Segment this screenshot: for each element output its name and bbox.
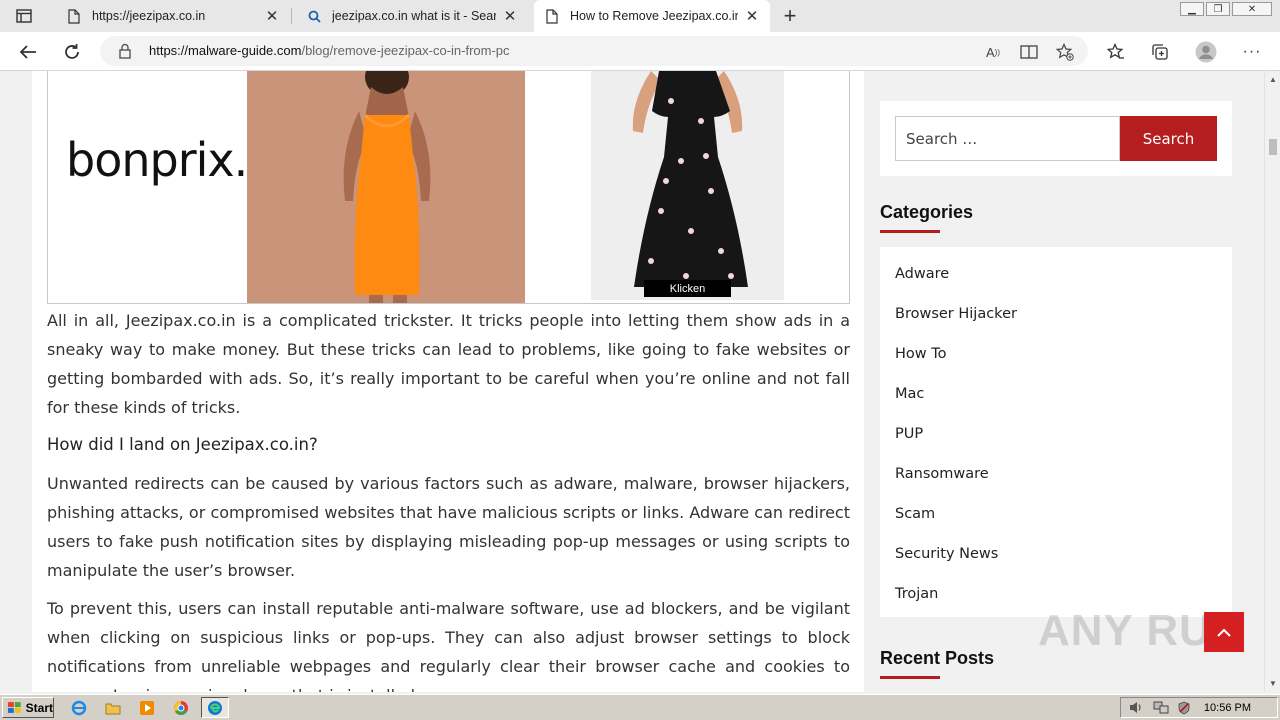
tab-search[interactable]: jeezipax.co.in what is it - Search ✕ <box>296 0 528 32</box>
scroll-down-arrow-icon[interactable]: ▼ <box>1268 678 1278 688</box>
tab-strip: https://jeezipax.co.in ✕ jeezipax.co.in … <box>0 0 1280 32</box>
volume-icon[interactable] <box>1129 701 1143 717</box>
immersive-reader-icon[interactable] <box>1019 42 1039 62</box>
refresh-icon[interactable] <box>59 39 85 65</box>
ad-photo-floral-dress[interactable] <box>591 71 784 300</box>
article-heading: How did I land on Jeezipax.co.in? <box>47 435 318 454</box>
chevron-up-icon <box>1217 628 1231 637</box>
categories-widget: Adware Browser Hijacker How To Mac PUP R… <box>880 247 1232 617</box>
clock: 10:56 PM <box>1203 702 1251 714</box>
folder-icon[interactable] <box>103 698 123 718</box>
close-window-icon[interactable]: ✕ <box>1232 2 1272 16</box>
scroll-up-arrow-icon[interactable]: ▲ <box>1268 74 1278 84</box>
page-icon <box>544 8 560 24</box>
ad-banner[interactable]: bonprix. Klicken <box>47 71 850 304</box>
url-path: /blog/remove-jeezipax-co-in-from-pc <box>301 43 510 58</box>
close-tab-icon[interactable]: ✕ <box>502 8 518 25</box>
tab-malware-guide[interactable]: How to Remove Jeezipax.co.in f ✕ <box>534 0 770 32</box>
address-bar[interactable]: https://malware-guide.com/blog/remove-je… <box>100 36 1088 66</box>
category-link[interactable]: Scam <box>895 506 935 522</box>
tab-title: https://jeezipax.co.in <box>92 9 206 23</box>
article-column: bonprix. Klicken All in all, Jeezipax.co… <box>32 71 864 692</box>
windows-logo-icon <box>7 701 21 713</box>
start-button[interactable]: Start <box>2 697 54 718</box>
tab-title: jeezipax.co.in what is it - Search <box>332 9 496 23</box>
start-label: Start <box>25 700 53 715</box>
page-viewport: bonprix. Klicken All in all, Jeezipax.co… <box>0 71 1264 692</box>
category-link[interactable]: Browser Hijacker <box>895 306 1017 322</box>
tab-jeezipax[interactable]: https://jeezipax.co.in ✕ <box>56 0 290 32</box>
back-icon[interactable] <box>15 39 41 65</box>
search-widget: Search … Search <box>880 101 1232 176</box>
tab-title: How to Remove Jeezipax.co.in f <box>570 9 738 23</box>
page-icon <box>66 8 82 24</box>
search-icon <box>306 8 322 24</box>
new-tab-button[interactable]: + <box>778 3 802 28</box>
category-link[interactable]: Adware <box>895 266 949 282</box>
more-options-icon[interactable]: ··· <box>1239 39 1265 65</box>
add-favorite-icon[interactable] <box>1055 42 1075 62</box>
edge-icon[interactable] <box>201 697 229 718</box>
profile-avatar-icon[interactable] <box>1193 39 1219 65</box>
favorites-icon[interactable] <box>1103 39 1129 65</box>
restore-icon[interactable]: ❐ <box>1206 2 1230 16</box>
title-underline <box>880 230 940 233</box>
category-link[interactable]: Mac <box>895 386 924 402</box>
system-tray: 10:56 PM <box>1120 697 1278 718</box>
category-link[interactable]: Security News <box>895 546 998 562</box>
category-link[interactable]: Trojan <box>895 586 938 602</box>
categories-title: Categories <box>880 202 974 222</box>
article-paragraph: To prevent this, users can install reput… <box>47 599 850 692</box>
sidebar: Search … Search Categories Adware Browse… <box>880 71 1232 692</box>
category-link[interactable]: Ransomware <box>895 466 989 482</box>
tab-actions-icon[interactable] <box>8 5 40 27</box>
taskbar: Start 10:56 PM <box>0 694 1280 720</box>
chrome-icon[interactable] <box>171 698 191 718</box>
collections-icon[interactable] <box>1147 39 1173 65</box>
read-aloud-icon[interactable]: A)) <box>983 42 1003 62</box>
title-underline <box>880 676 940 679</box>
ie-icon[interactable] <box>69 698 89 718</box>
media-player-icon[interactable] <box>137 698 157 718</box>
tab-divider <box>291 8 292 24</box>
category-link[interactable]: PUP <box>895 426 923 442</box>
ad-photo-orange-dress[interactable] <box>247 71 525 303</box>
article-paragraph: Unwanted redirects can be caused by vari… <box>47 474 850 580</box>
url-domain: https://malware-guide.com <box>149 43 302 58</box>
browser-toolbar: https://malware-guide.com/blog/remove-je… <box>0 32 1280 71</box>
close-tab-icon[interactable]: ✕ <box>744 8 760 25</box>
search-input[interactable]: Search … <box>895 116 1120 161</box>
category-link[interactable]: How To <box>895 346 947 362</box>
url-text: https://malware-guide.com/blog/remove-je… <box>149 43 510 58</box>
recent-posts-title: Recent Posts <box>880 648 995 668</box>
vertical-scrollbar[interactable]: ▲ ▼ <box>1264 71 1280 692</box>
lock-icon[interactable] <box>118 43 134 59</box>
scroll-to-top-button[interactable] <box>1204 612 1244 652</box>
scrollbar-thumb[interactable] <box>1269 139 1277 155</box>
window-controls: ▁ ❐ ✕ <box>1180 2 1272 16</box>
close-tab-icon[interactable]: ✕ <box>264 8 280 25</box>
search-button[interactable]: Search <box>1120 116 1217 161</box>
security-shield-icon[interactable] <box>1177 701 1191 718</box>
network-icon[interactable] <box>1153 701 1169 718</box>
ad-click-button[interactable]: Klicken <box>644 280 731 297</box>
bonprix-logo: bonprix. <box>66 133 248 187</box>
minimize-icon[interactable]: ▁ <box>1180 2 1204 16</box>
article-paragraph: All in all, Jeezipax.co.in is a complica… <box>47 311 850 417</box>
